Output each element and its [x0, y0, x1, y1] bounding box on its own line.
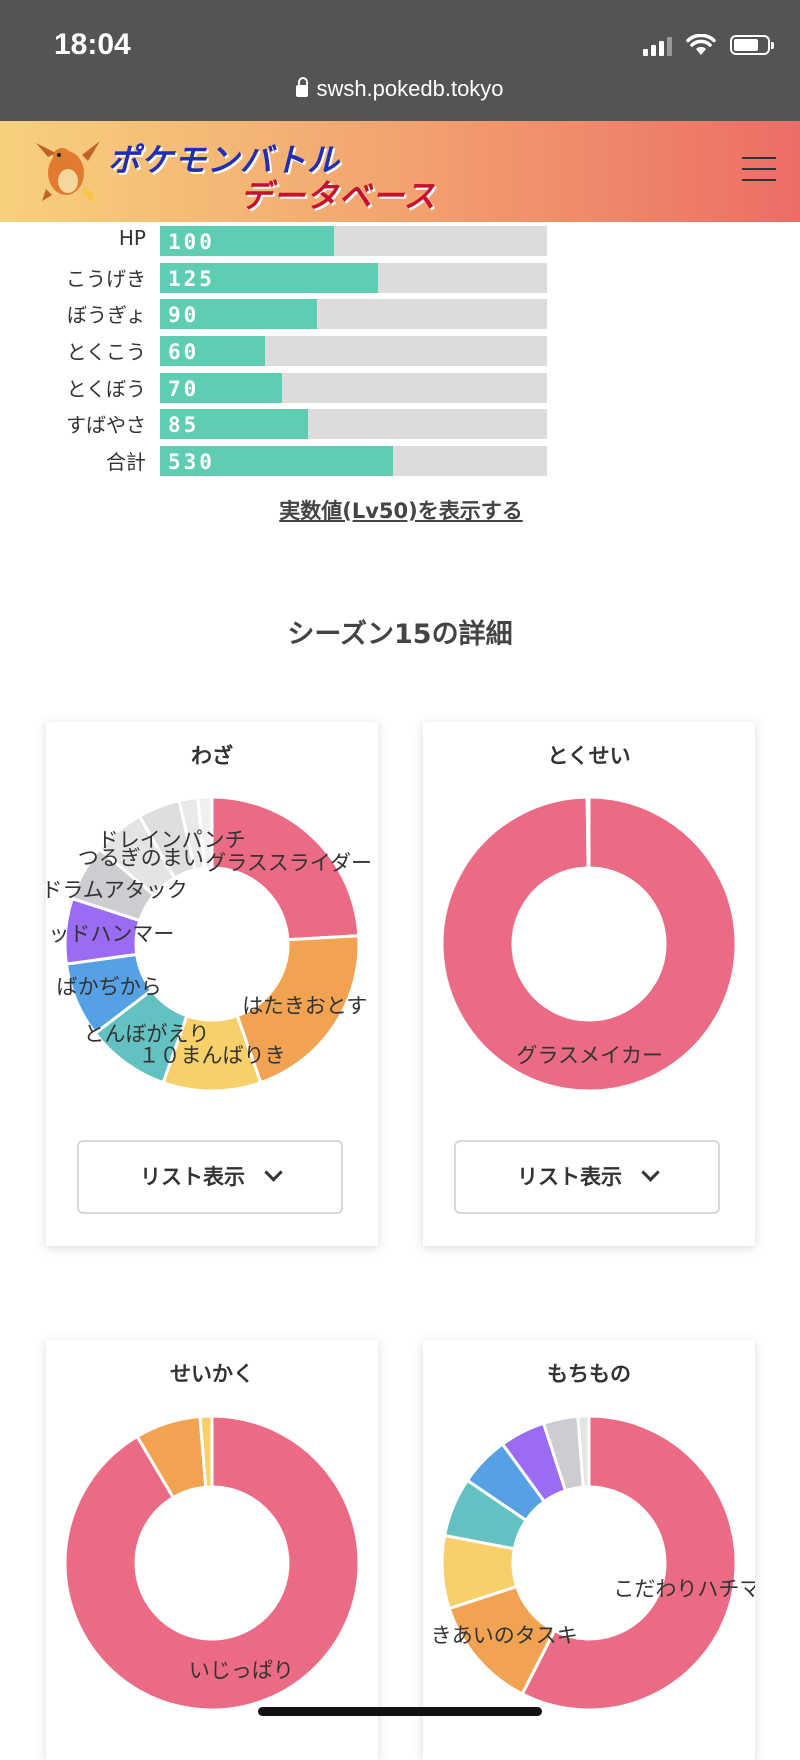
season-title: シーズン15の詳細: [287, 619, 513, 650]
slice-label: はたきおとす: [242, 994, 367, 1018]
chevron-down-icon: [264, 1163, 283, 1182]
logo-text-line2[interactable]: データベース: [240, 171, 436, 217]
wifi-icon: [686, 34, 716, 55]
stat-label: ぼうぎょ: [67, 303, 146, 327]
chevron-down-icon: [641, 1163, 660, 1182]
slice-label: ドラムアタック: [46, 878, 188, 902]
stat-label: こうげき: [66, 267, 146, 291]
stat-value: 530: [168, 450, 215, 474]
items-card: もちもの こだわりハチマキきあいのタスキ: [423, 1340, 755, 1760]
stat-bar-track: 85: [160, 409, 547, 439]
stat-row-defense: ぼうぎょ 90: [0, 297, 800, 329]
hamburger-menu-icon[interactable]: [742, 157, 776, 183]
stat-value: 125: [168, 267, 215, 291]
lock-icon: [296, 77, 309, 97]
slice-label: いじっぱり: [189, 1659, 294, 1683]
stat-value: 85: [168, 413, 200, 437]
system-icons: [643, 34, 774, 56]
abilities-card: とくせい グラスメイカー リスト表示: [423, 722, 755, 1246]
logo-pokemon-icon[interactable]: [34, 135, 104, 205]
clock: 18:04: [54, 28, 131, 61]
moves-donut-chart: グラススライダーはたきおとす１０まんばりきとんぼがえりばかぢからウッドハンマード…: [46, 795, 372, 1093]
stat-row-speed: すばやさ 85: [0, 407, 800, 439]
real-value-link[interactable]: 実数値(Lv50)を表示する: [279, 499, 523, 523]
home-indicator[interactable]: [258, 1707, 542, 1716]
real-value-link-row: 実数値(Lv50)を表示する: [0, 495, 800, 525]
slice-label: グラススライダー: [205, 851, 372, 875]
stat-bar-track: 100: [160, 226, 547, 256]
stat-row-attack: こうげき 125: [0, 261, 800, 293]
stat-bar-track: 530: [160, 446, 547, 476]
slice-label: こだわりハチマキ: [613, 1577, 755, 1601]
stat-value: 60: [168, 340, 200, 364]
moves-list-button[interactable]: リスト表示: [77, 1140, 343, 1214]
nature-donut-chart: いじっぱり: [63, 1414, 361, 1712]
stat-value: 70: [168, 377, 200, 401]
address-bar[interactable]: swsh.pokedb.tokyo: [0, 76, 800, 102]
cellular-signal-icon: [643, 34, 672, 56]
list-button-label: リスト表示: [140, 1165, 245, 1189]
slice-label: ばかぢから: [56, 975, 161, 999]
nature-card: せいかく いじっぱり: [46, 1340, 378, 1760]
slice-label: ウッドハンマー: [46, 922, 174, 946]
slice-label: １０まんばりき: [139, 1044, 286, 1068]
items-donut-chart: こだわりハチマキきあいのタスキ: [431, 1414, 755, 1712]
slice-label: きあいのタスキ: [431, 1623, 578, 1647]
stat-label: 合計: [106, 450, 146, 474]
url-text: swsh.pokedb.tokyo: [316, 76, 504, 101]
slice-label: ドレインパンチ: [98, 828, 246, 852]
stat-bar-track: 70: [160, 373, 547, 403]
stat-label: すばやさ: [66, 413, 146, 437]
stat-bar-track: 90: [160, 299, 547, 329]
stat-value: 90: [168, 303, 200, 327]
slice-label: グラスメイカー: [516, 1043, 663, 1067]
slice-label: とんぼがえり: [83, 1022, 209, 1046]
stat-label: とくこう: [66, 340, 146, 364]
battery-icon: [730, 35, 774, 55]
stat-row-total: 合計 530: [0, 444, 800, 476]
stat-row-sp-attack: とくこう 60: [0, 334, 800, 366]
donut-slice[interactable]: [585, 795, 591, 870]
status-bar: 18:04 swsh.pokedb.tokyo: [0, 0, 800, 121]
stat-bar-track: 125: [160, 263, 547, 293]
moves-card: わざ グラススライダーはたきおとす１０まんばりきとんぼがえりばかぢからウッドハン…: [46, 722, 378, 1246]
stat-value: 100: [168, 230, 215, 254]
stat-row-sp-defense: とくぼう 70: [0, 371, 800, 403]
abilities-donut-chart: グラスメイカー: [440, 795, 738, 1093]
stat-bar-track: 60: [160, 336, 547, 366]
stat-row-hp: HP 100: [0, 224, 800, 256]
abilities-list-button[interactable]: リスト表示: [454, 1140, 720, 1214]
stat-label: とくぼう: [66, 377, 146, 401]
site-header: ポケモンバトル データベース: [0, 121, 800, 222]
stat-label: HP: [118, 226, 146, 250]
list-button-label: リスト表示: [517, 1165, 622, 1189]
